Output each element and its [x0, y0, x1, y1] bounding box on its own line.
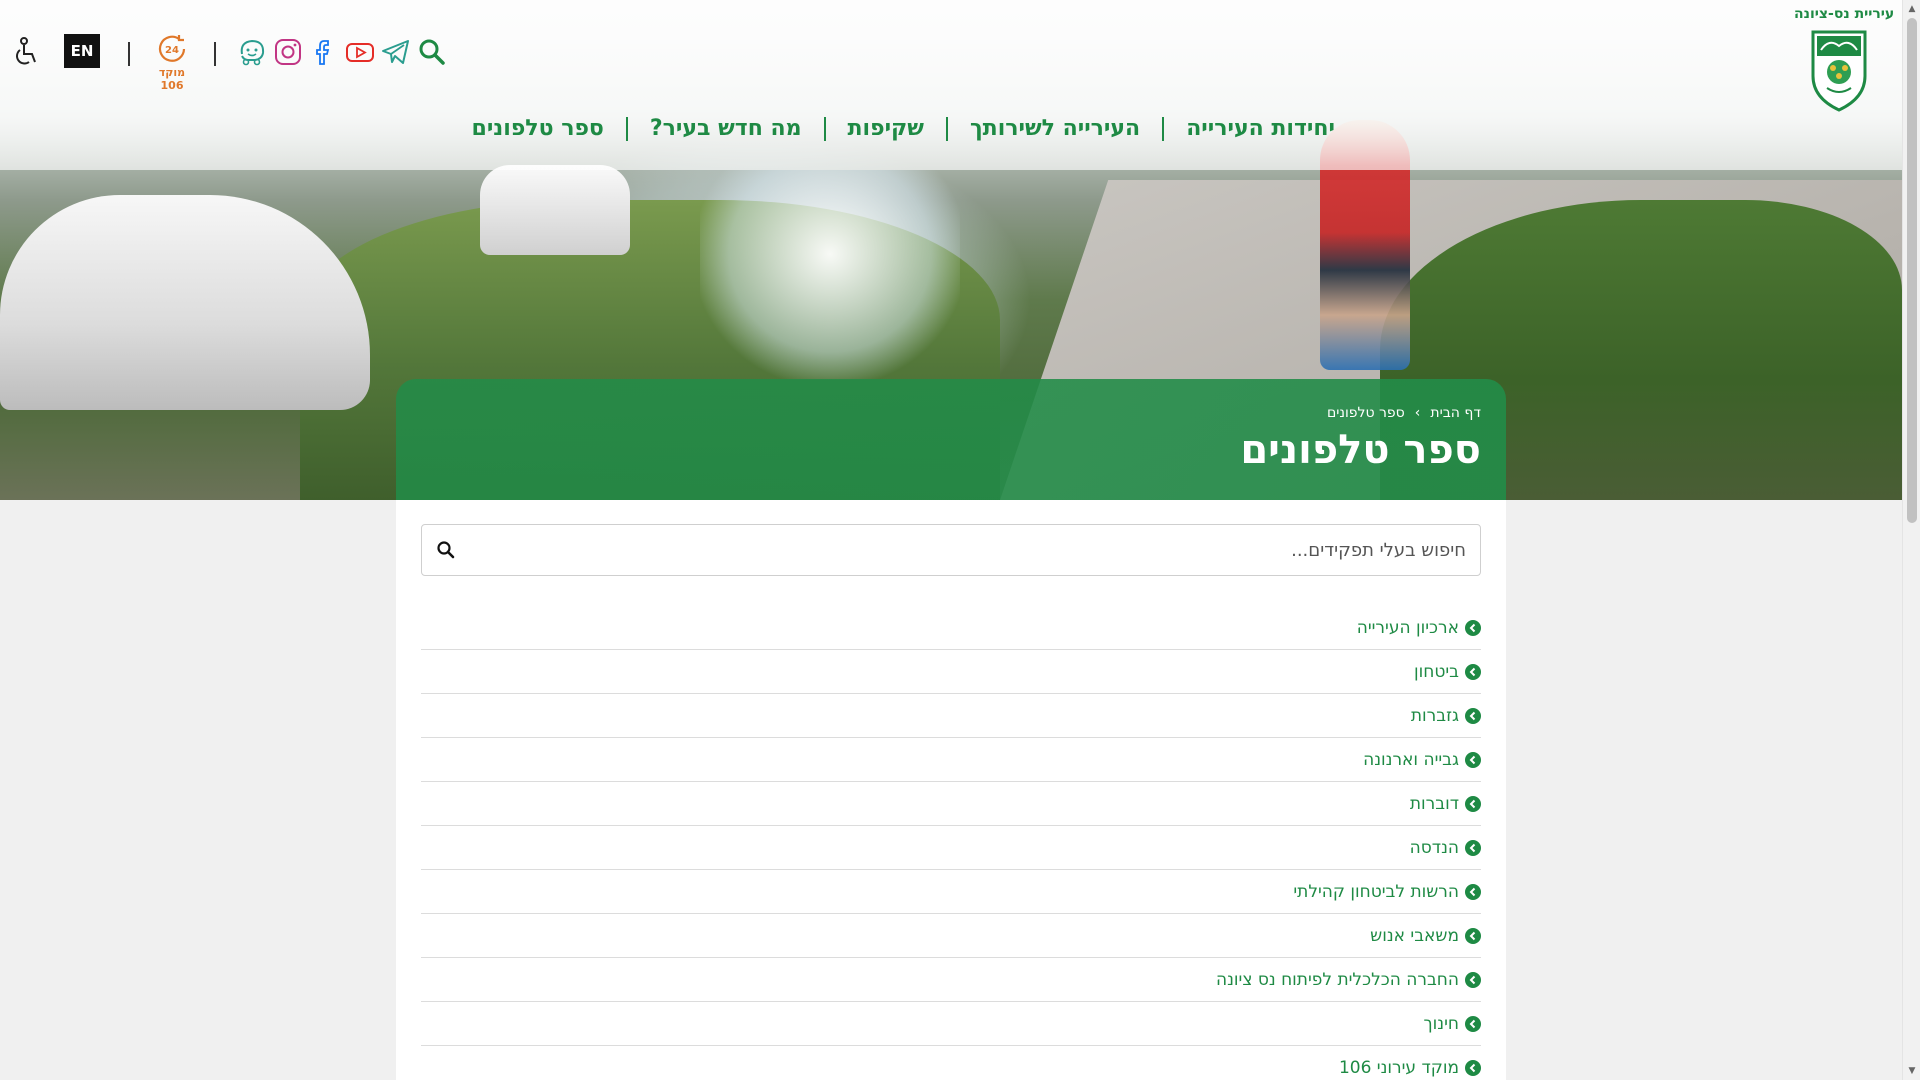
page-header-box: דף הבית › ספר טלפונים ספר טלפונים: [396, 379, 1506, 500]
department-label: דוברות: [1409, 793, 1459, 814]
chevron-circle-icon: [1465, 927, 1481, 944]
nav-transparency[interactable]: שקיפות: [826, 116, 946, 141]
hero-car: [0, 195, 370, 410]
search-bar: [421, 524, 1481, 576]
chevron-circle-icon: [1465, 619, 1481, 636]
main-navigation: יחידות העירייה העירייה לשירותך שקיפות מה…: [450, 116, 1357, 141]
breadcrumb-home-link[interactable]: דף הבית: [1430, 405, 1481, 421]
brand-name: עיריית נס-ציונה: [1794, 6, 1895, 22]
department-label: ארכיון העירייה: [1356, 617, 1459, 638]
list-item[interactable]: מוקד עירוני 106: [421, 1046, 1481, 1080]
brand[interactable]: עיריית נס-ציונה: [1794, 6, 1895, 114]
nav-separator: [945, 116, 948, 141]
department-label: גבייה וארנונה: [1363, 749, 1459, 770]
department-label: החברה הכלכלית לפיתוח נס ציונה: [1215, 969, 1459, 990]
site-header: עיריית נס-ציונה יחידות העירייה העירייה ל…: [0, 0, 1902, 170]
department-label: משאבי אנוש: [1370, 925, 1459, 946]
department-label: חינוך: [1423, 1013, 1459, 1034]
chevron-circle-icon: [1465, 1060, 1481, 1076]
utility-bar: EN 24 מוקד 106: [8, 32, 450, 92]
search-submit-icon[interactable]: [436, 540, 456, 560]
search-input[interactable]: [486, 539, 1466, 561]
telegram-icon[interactable]: [378, 34, 414, 70]
facebook-icon[interactable]: [306, 34, 342, 70]
scroll-down-arrow-icon[interactable]: ▼: [1903, 1064, 1920, 1078]
page-title: ספר טלפונים: [1240, 427, 1481, 473]
main-content: ארכיון העירייה ביטחון גזברות גבייה וארנו…: [396, 500, 1506, 1080]
list-item[interactable]: חינוך: [421, 1002, 1481, 1046]
department-label: הנדסה: [1409, 837, 1459, 858]
nav-separator: [1162, 116, 1165, 141]
list-item[interactable]: גזברות: [421, 694, 1481, 738]
breadcrumb-separator-icon: ›: [1414, 405, 1421, 421]
youtube-icon[interactable]: [342, 34, 378, 70]
hero-car-back: [480, 165, 630, 255]
breadcrumb-current: ספר טלפונים: [1326, 405, 1405, 421]
list-item[interactable]: דוברות: [421, 782, 1481, 826]
nav-phone-book[interactable]: ספר טלפונים: [450, 116, 626, 141]
scrollbar-thumb[interactable]: [1907, 18, 1917, 523]
list-item[interactable]: הרשות לביטחון קהילתי: [421, 870, 1481, 914]
instagram-icon[interactable]: [270, 34, 306, 70]
hotline-24-icon: 24: [158, 35, 186, 62]
chevron-circle-icon: [1465, 1015, 1481, 1032]
list-item[interactable]: ארכיון העירייה: [421, 606, 1481, 650]
list-item[interactable]: משאבי אנוש: [421, 914, 1481, 958]
chevron-circle-icon: [1465, 663, 1481, 680]
list-item[interactable]: גבייה וארנונה: [421, 738, 1481, 782]
nav-city-services[interactable]: העירייה לשירותך: [948, 116, 1162, 141]
utility-separator: [214, 42, 216, 66]
chevron-circle-icon: [1465, 707, 1481, 724]
waze-icon[interactable]: [234, 34, 270, 70]
chevron-circle-icon: [1465, 883, 1481, 900]
department-label: ביטחון: [1413, 661, 1459, 682]
accessibility-icon[interactable]: [8, 34, 44, 70]
hotline-106-button[interactable]: 24 מוקד 106: [148, 32, 196, 92]
nav-whats-new[interactable]: מה חדש בעיר?: [628, 116, 824, 141]
hotline-label: מוקד 106: [158, 66, 186, 92]
language-en-button[interactable]: EN: [64, 34, 100, 68]
list-item[interactable]: ביטחון: [421, 650, 1481, 694]
list-item[interactable]: החברה הכלכלית לפיתוח נס ציונה: [421, 958, 1481, 1002]
department-label: מוקד עירוני 106: [1338, 1058, 1459, 1078]
chevron-circle-icon: [1465, 751, 1481, 768]
breadcrumb: דף הבית › ספר טלפונים: [421, 405, 1481, 421]
department-label: גזברות: [1410, 705, 1459, 726]
city-emblem-logo: [1807, 26, 1871, 114]
nav-separator: [823, 116, 826, 141]
scroll-up-arrow-icon[interactable]: ▲: [1903, 2, 1920, 16]
utility-separator: [128, 42, 130, 66]
list-item[interactable]: הנדסה: [421, 826, 1481, 870]
chevron-circle-icon: [1465, 839, 1481, 856]
chevron-circle-icon: [1465, 795, 1481, 812]
search-icon[interactable]: [414, 34, 450, 70]
department-label: הרשות לביטחון קהילתי: [1293, 881, 1459, 902]
department-list: ארכיון העירייה ביטחון גזברות גבייה וארנו…: [421, 606, 1481, 1080]
nav-separator: [625, 116, 628, 141]
page-scrollbar[interactable]: ▲ ▼: [1902, 0, 1920, 1080]
hero-fountain: [700, 170, 960, 380]
hotline-badge: 24: [165, 45, 179, 56]
nav-city-units[interactable]: יחידות העירייה: [1164, 116, 1357, 141]
chevron-circle-icon: [1465, 971, 1481, 988]
